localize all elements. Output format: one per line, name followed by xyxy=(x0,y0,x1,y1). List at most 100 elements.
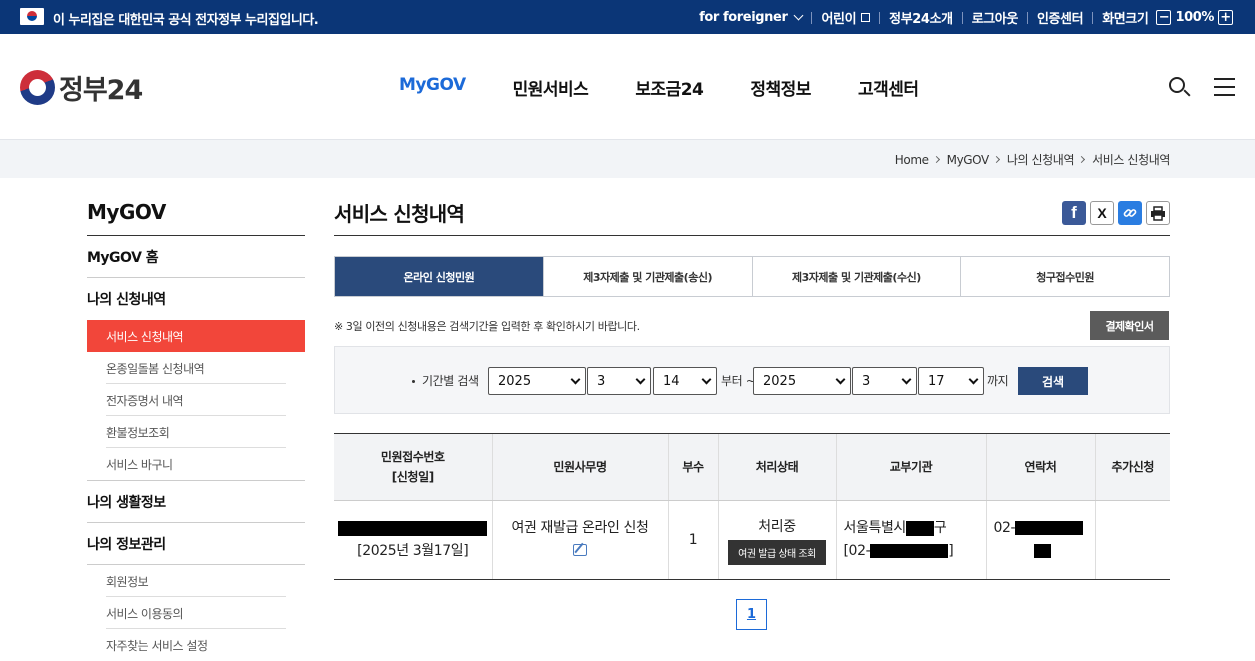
cell-status: 처리중 여권 발급 상태 조회 xyxy=(717,500,836,580)
sidebar-item-service-consent[interactable]: 서비스 이용동의 xyxy=(87,597,305,629)
to-year-select[interactable]: 2025 xyxy=(753,367,851,395)
cell-agency: 서울특별시 구 [02-] xyxy=(835,500,986,580)
breadcrumb: Home MyGOV 나의 신청내역 서비스 신청내역 xyxy=(895,151,1171,168)
sidebar-item-e-certificates[interactable]: 전자증명서 내역 xyxy=(87,384,305,416)
sidebar-item-service-basket[interactable]: 서비스 바구니 xyxy=(87,448,305,480)
redacted-contact xyxy=(1015,521,1084,535)
to-day-select[interactable]: 17 xyxy=(918,367,984,395)
tab-claim-applications[interactable]: 청구접수민원 xyxy=(960,257,1169,296)
site-header: 정부24 MyGOV 민원서비스 보조금24 정책정보 고객센터 xyxy=(0,34,1255,139)
about-link[interactable]: 정부24소개 xyxy=(889,8,953,27)
nav-customer-center[interactable]: 고객센터 xyxy=(858,75,919,100)
breadcrumb-mygov[interactable]: MyGOV xyxy=(947,153,990,167)
x-icon[interactable]: X xyxy=(1090,201,1114,225)
zoom-out-button[interactable]: − xyxy=(1156,10,1172,25)
print-icon[interactable] xyxy=(1146,201,1170,225)
divider xyxy=(879,11,881,24)
breadcrumb-current: 서비스 신청내역 xyxy=(1092,153,1170,167)
foreigner-label: for foreigner xyxy=(699,10,788,25)
cell-receipt-no: [2025년 3월17일] xyxy=(334,500,492,580)
nav-policy-info[interactable]: 정책정보 xyxy=(750,75,811,100)
share-tools: f X xyxy=(1062,201,1170,225)
sidebar-item-all-day-care[interactable]: 온종일돌봄 신청내역 xyxy=(87,352,305,384)
facebook-icon[interactable]: f xyxy=(1062,201,1086,225)
chevron-down-icon xyxy=(794,10,804,21)
nav-subsidy24[interactable]: 보조금24 xyxy=(635,75,704,100)
logout-link[interactable]: 로그아웃 xyxy=(972,8,1019,27)
redacted-district xyxy=(905,520,934,536)
col-agency: 교부기관 xyxy=(835,433,986,501)
col-receipt-date-label: [신청일] xyxy=(391,470,434,484)
gov-official-banner: 이 누리집은 대한민국 공식 전자정부 누리집입니다. for foreigne… xyxy=(0,0,1255,34)
official-site-notice[interactable]: 이 누리집은 대한민국 공식 전자정부 누리집입니다. xyxy=(53,9,319,28)
tab-third-party-sent[interactable]: 제3자제출 및 기관제출(송신) xyxy=(542,257,752,296)
col-contact: 연락처 xyxy=(985,433,1095,501)
breadcrumb-my-applications[interactable]: 나의 신청내역 xyxy=(1007,151,1075,168)
chevron-right-icon xyxy=(992,155,1000,164)
redacted-contact-cont xyxy=(1033,544,1051,558)
chevron-right-icon xyxy=(1078,155,1086,164)
logo-text: 정부24 xyxy=(59,75,143,106)
certificate-center-link[interactable]: 인증센터 xyxy=(1037,8,1084,27)
edit-document-icon[interactable] xyxy=(573,544,587,556)
table-row: [2025년 3월17일] 여권 재발급 온라인 신청 1 처리중 여권 발급 … xyxy=(334,500,1170,580)
sidebar-item-service-applications[interactable]: 서비스 신청내역 xyxy=(87,320,305,352)
chevron-down-icon xyxy=(570,374,581,385)
from-day-value: 14 xyxy=(663,373,680,389)
sidebar-item-refund-info[interactable]: 환불정보조회 xyxy=(87,416,305,448)
table-header-row: 민원접수번호 [신청일] 민원사무명 부수 처리상태 교부기관 연락처 추가신청 xyxy=(334,433,1170,501)
chevron-right-icon xyxy=(932,155,940,164)
kids-link[interactable]: 어린이 xyxy=(821,8,871,27)
search-period-notice: ※ 3일 이전의 신청내용은 검색기간을 입력한 후 확인하시기 바랍니다. xyxy=(334,320,640,333)
nav-mygov[interactable]: MyGOV xyxy=(399,75,466,100)
sidebar-item-info-management[interactable]: 나의 정보관리 xyxy=(87,523,305,565)
agency-district-suffix: 구 xyxy=(933,520,947,536)
from-month-select[interactable]: 3 xyxy=(587,367,651,395)
divider xyxy=(1092,11,1094,24)
pagination-page-1[interactable]: 1 xyxy=(736,599,767,630)
tab-third-party-received[interactable]: 제3자제출 및 기관제출(수신) xyxy=(751,257,961,296)
zoom-label: 화면크기 xyxy=(1102,12,1149,27)
sidebar-submenu-applications: 서비스 신청내역 온종일돌봄 신청내역 전자증명서 내역 환불정보조회 서비스 … xyxy=(87,320,305,481)
cell-extra-request xyxy=(1094,500,1170,580)
breadcrumb-home[interactable]: Home xyxy=(895,153,929,167)
divider xyxy=(961,11,963,24)
from-month-value: 3 xyxy=(597,373,606,389)
to-month-value: 3 xyxy=(862,373,871,389)
kids-label: 어린이 xyxy=(821,12,857,27)
search-icon[interactable] xyxy=(1167,75,1191,99)
col-extra-request: 추가신청 xyxy=(1094,433,1170,501)
from-day-select[interactable]: 14 xyxy=(653,367,717,395)
sidebar-item-my-applications[interactable]: 나의 신청내역 xyxy=(87,278,305,320)
foreigner-link[interactable]: for foreigner xyxy=(699,10,804,25)
col-status: 처리상태 xyxy=(717,433,836,501)
hamburger-menu-icon[interactable] xyxy=(1214,78,1235,96)
sidebar-item-member-info[interactable]: 회원정보 xyxy=(87,565,305,597)
contact-prefix: 02- xyxy=(993,520,1016,536)
sidebar-item-mygov-home[interactable]: MyGOV 홈 xyxy=(87,236,305,278)
col-service-name: 민원사무명 xyxy=(491,433,668,501)
to-suffix: 까지 xyxy=(987,374,1009,388)
divider xyxy=(811,11,813,24)
chevron-down-icon xyxy=(968,374,979,385)
government-emblem-icon xyxy=(20,70,55,105)
tab-online-applications[interactable]: 온라인 신청민원 xyxy=(335,257,543,296)
site-logo[interactable]: 정부24 xyxy=(20,68,143,107)
chevron-down-icon xyxy=(701,374,712,385)
sidebar-item-favorite-services[interactable]: 자주찾는 서비스 설정 xyxy=(87,629,305,661)
sidebar-item-life-info[interactable]: 나의 생활정보 xyxy=(87,481,305,523)
status-text: 처리중 xyxy=(758,518,796,535)
passport-status-check-button[interactable]: 여권 발급 상태 조회 xyxy=(728,539,826,565)
service-name-link[interactable]: 여권 재발급 온라인 신청 xyxy=(512,520,649,536)
link-icon[interactable] xyxy=(1118,201,1142,225)
zoom-in-button[interactable]: + xyxy=(1218,10,1233,25)
redacted-agency-phone xyxy=(870,544,949,558)
to-month-select[interactable]: 3 xyxy=(852,367,917,395)
chevron-down-icon xyxy=(901,374,912,385)
payment-receipt-button[interactable]: 결제확인서 xyxy=(1090,311,1169,340)
application-type-tabs: 온라인 신청민원 제3자제출 및 기관제출(송신) 제3자제출 및 기관제출(수… xyxy=(334,256,1170,297)
from-year-select[interactable]: 2025 xyxy=(488,367,586,395)
nav-civil-service[interactable]: 민원서비스 xyxy=(513,75,589,100)
period-search-box: 기간별 검색 2025 3 14 부터 ~ 2025 3 17 까지 검색 xyxy=(334,346,1170,414)
search-button[interactable]: 검색 xyxy=(1018,367,1088,395)
